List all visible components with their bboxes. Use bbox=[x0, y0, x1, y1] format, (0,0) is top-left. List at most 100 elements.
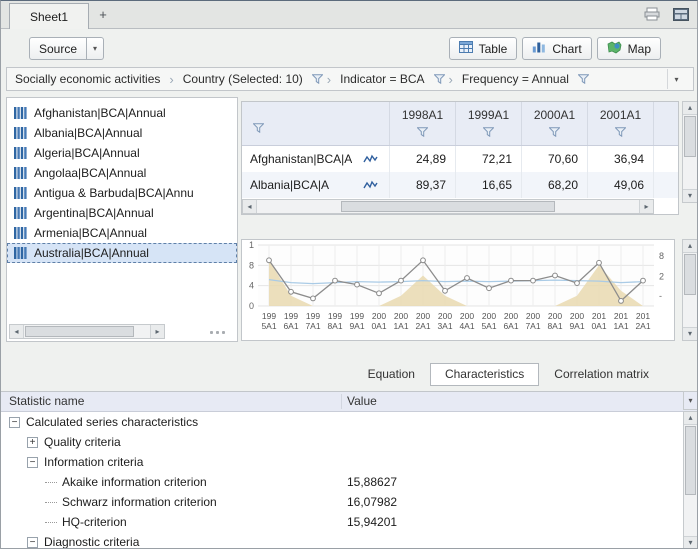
scroll-thumb[interactable] bbox=[341, 201, 555, 212]
series-item[interactable]: Antigua & Barbuda|BCA|Annu bbox=[7, 183, 237, 203]
breadcrumb-item[interactable]: Indicator = BCA bbox=[340, 72, 424, 86]
svg-text:9A1: 9A1 bbox=[569, 321, 584, 331]
series-label: Afghanistan|BCA|Annual bbox=[34, 106, 166, 120]
column-filter-icon[interactable] bbox=[417, 127, 428, 137]
table-vscrollbar[interactable]: ▴ ▾ bbox=[682, 101, 698, 203]
scroll-down-icon[interactable]: ▾ bbox=[683, 189, 697, 202]
statistic-row[interactable]: +Quality criteria bbox=[1, 432, 698, 452]
scroll-thumb[interactable] bbox=[684, 254, 696, 295]
expand-icon[interactable]: + bbox=[27, 437, 38, 448]
app-window: Sheet1 + Source ▾ Table Chart Map bbox=[0, 0, 698, 549]
statistics-header: Statistic name Value bbox=[1, 392, 698, 412]
scroll-up-icon[interactable]: ▴ bbox=[683, 240, 697, 253]
scroll-track[interactable] bbox=[257, 200, 639, 213]
table-row[interactable]: Afghanistan|BCA|A24,8972,2170,6036,94 bbox=[242, 146, 678, 172]
svg-text:1A1: 1A1 bbox=[393, 321, 408, 331]
table-cell[interactable]: 24,89 bbox=[390, 146, 456, 172]
svg-text:4: 4 bbox=[249, 281, 254, 291]
column-label: 2001A1 bbox=[588, 108, 653, 122]
svg-text:0A1: 0A1 bbox=[591, 321, 606, 331]
breadcrumb-item[interactable]: Country (Selected: 10) bbox=[183, 72, 303, 86]
table-column-header[interactable]: 1998A1 bbox=[390, 102, 456, 145]
table-cell[interactable]: 49,06 bbox=[588, 172, 654, 198]
collapse-icon[interactable]: − bbox=[27, 537, 38, 548]
table-cell[interactable]: 68,20 bbox=[522, 172, 588, 198]
breadcrumb-item[interactable]: Frequency = Annual bbox=[462, 72, 569, 86]
scroll-down-icon[interactable]: ▾ bbox=[684, 536, 697, 549]
table-cell[interactable]: 36,94 bbox=[588, 146, 654, 172]
table-cell[interactable]: 89,37 bbox=[390, 172, 456, 198]
scroll-right-icon[interactable]: ▸ bbox=[639, 200, 653, 213]
filter-icon[interactable] bbox=[434, 74, 445, 84]
statistic-row[interactable]: −Calculated series characteristics bbox=[1, 412, 698, 432]
tab-strip: Sheet1 + bbox=[1, 1, 698, 29]
row-filter-icon[interactable] bbox=[253, 123, 264, 133]
filter-icon[interactable] bbox=[578, 74, 589, 84]
series-item[interactable]: Algeria|BCA|Annual bbox=[7, 143, 237, 163]
series-hscrollbar[interactable]: ◂ ▸ bbox=[9, 324, 165, 339]
tab-sheet1[interactable]: Sheet1 bbox=[9, 3, 89, 29]
scroll-thumb[interactable] bbox=[685, 426, 696, 495]
tab-characteristics[interactable]: Characteristics bbox=[430, 363, 539, 386]
chart-vscrollbar[interactable]: ▴ ▾ bbox=[682, 239, 698, 341]
stats-vscrollbar[interactable]: ▴ ▾ bbox=[683, 411, 698, 549]
table-cell[interactable]: 72,21 bbox=[456, 146, 522, 172]
series-item[interactable]: Afghanistan|BCA|Annual bbox=[7, 103, 237, 123]
table-row[interactable]: Albania|BCA|A89,3716,6568,2049,06 bbox=[242, 172, 678, 198]
collapse-icon[interactable]: − bbox=[27, 457, 38, 468]
table-view-button[interactable]: Table bbox=[449, 37, 518, 60]
filter-icon[interactable] bbox=[312, 74, 323, 84]
table-column-header[interactable]: 1999A1 bbox=[456, 102, 522, 145]
table-cell[interactable]: 16,65 bbox=[456, 172, 522, 198]
scroll-thumb[interactable] bbox=[25, 326, 133, 337]
chevron-right-icon: › bbox=[327, 72, 331, 87]
series-item[interactable]: Australia|BCA|Annual bbox=[7, 243, 237, 263]
column-filter-icon[interactable] bbox=[483, 127, 494, 137]
printer-icon[interactable] bbox=[642, 5, 662, 23]
source-button[interactable]: Source bbox=[29, 37, 87, 60]
tab-equation[interactable]: Equation bbox=[353, 363, 430, 386]
column-filter-icon[interactable] bbox=[615, 127, 626, 137]
scroll-track[interactable] bbox=[683, 115, 697, 189]
statistic-value: 16,07982 bbox=[347, 495, 397, 509]
source-dropdown-button[interactable]: ▾ bbox=[87, 37, 104, 60]
stats-header-dropdown-icon[interactable]: ▾ bbox=[683, 391, 698, 410]
table-column-header[interactable]: 2000A1 bbox=[522, 102, 588, 145]
layout-icon[interactable] bbox=[671, 6, 691, 23]
table-hscrollbar[interactable]: ◂ ▸ bbox=[242, 199, 654, 214]
series-item[interactable]: Albania|BCA|Annual bbox=[7, 123, 237, 143]
chart-button-label: Chart bbox=[552, 42, 581, 56]
statistic-row[interactable]: HQ-criterion15,94201 bbox=[1, 512, 698, 532]
scroll-track[interactable] bbox=[683, 253, 697, 327]
statistic-row[interactable]: −Information criteria bbox=[1, 452, 698, 472]
scroll-track[interactable] bbox=[684, 425, 697, 536]
table-column-header[interactable]: 2001A1 bbox=[588, 102, 654, 145]
breadcrumb-item[interactable]: Socially economic activities bbox=[15, 72, 160, 86]
view-switch-buttons: Table Chart Map bbox=[449, 37, 661, 60]
statistic-row[interactable]: Schwarz information criterion16,07982 bbox=[1, 492, 698, 512]
collapse-icon[interactable]: − bbox=[9, 417, 20, 428]
map-view-button[interactable]: Map bbox=[597, 37, 661, 60]
resize-grip[interactable] bbox=[210, 331, 225, 334]
scroll-up-icon[interactable]: ▴ bbox=[684, 412, 697, 425]
scroll-left-icon[interactable]: ◂ bbox=[243, 200, 257, 213]
series-item[interactable]: Armenia|BCA|Annual bbox=[7, 223, 237, 243]
series-item[interactable]: Argentina|BCA|Annual bbox=[7, 203, 237, 223]
scroll-up-icon[interactable]: ▴ bbox=[683, 102, 697, 115]
column-filter-icon[interactable] bbox=[549, 127, 560, 137]
svg-text:1A1: 1A1 bbox=[613, 321, 628, 331]
new-tab-button[interactable]: + bbox=[93, 7, 113, 24]
svg-text:4A1: 4A1 bbox=[459, 321, 474, 331]
breadcrumb-dropdown-icon[interactable]: ▾ bbox=[667, 69, 685, 89]
scroll-thumb[interactable] bbox=[684, 116, 696, 157]
statistic-row[interactable]: Akaike information criterion15,88627 bbox=[1, 472, 698, 492]
chart-view-button[interactable]: Chart bbox=[522, 37, 591, 60]
scroll-down-icon[interactable]: ▾ bbox=[683, 327, 697, 340]
series-item[interactable]: Angolaa|BCA|Annual bbox=[7, 163, 237, 183]
tab-correlation-matrix[interactable]: Correlation matrix bbox=[539, 363, 664, 386]
scroll-track[interactable] bbox=[24, 325, 150, 338]
scroll-right-icon[interactable]: ▸ bbox=[150, 325, 164, 338]
scroll-left-icon[interactable]: ◂ bbox=[10, 325, 24, 338]
statistic-row[interactable]: −Diagnostic criteria bbox=[1, 532, 698, 549]
table-cell[interactable]: 70,60 bbox=[522, 146, 588, 172]
